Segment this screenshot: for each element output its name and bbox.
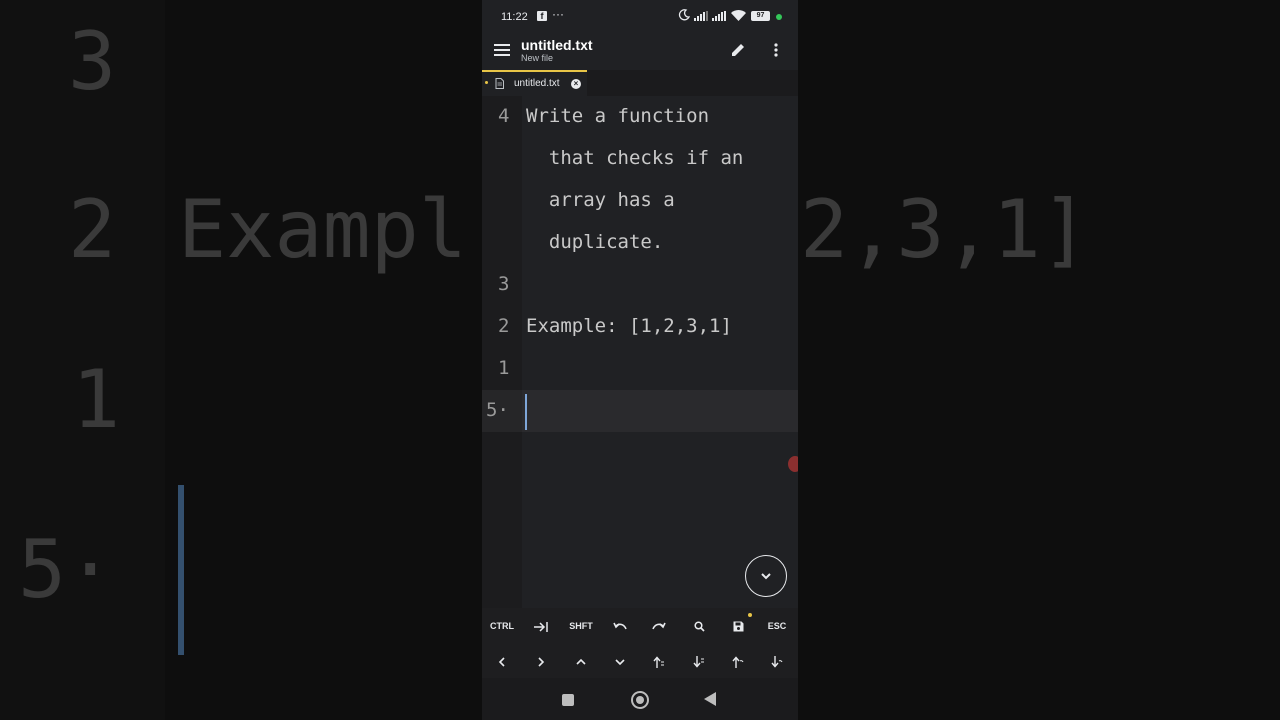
file-icon <box>495 78 504 89</box>
undo-icon <box>613 622 627 629</box>
extra-keys-bar: CTRL SHFT ESC <box>482 608 798 678</box>
file-subtitle: New file <box>521 53 554 63</box>
page-up-key[interactable] <box>640 646 678 676</box>
line-number: 5· <box>486 399 509 421</box>
modified-indicator <box>485 81 488 84</box>
chevron-up-icon <box>576 658 586 665</box>
home-button[interactable] <box>631 691 649 709</box>
tab-bar: untitled.txt × <box>482 70 798 96</box>
app-bar: untitled.txt New file <box>482 34 798 70</box>
phone-screen: 11:22 f ··· 97 untitled.txt New file unt… <box>482 0 798 720</box>
edit-pencil-icon[interactable] <box>730 42 746 58</box>
arrow-down-key[interactable] <box>601 646 639 676</box>
page-up-icon <box>653 656 664 668</box>
recent-apps-button[interactable] <box>562 694 574 706</box>
wifi-icon <box>731 10 746 21</box>
file-tab[interactable]: untitled.txt × <box>482 70 587 96</box>
signal-icon <box>712 11 726 21</box>
line-end-icon <box>771 655 783 668</box>
line-number: 3 <box>498 273 510 295</box>
arrow-up-key[interactable] <box>562 646 600 676</box>
page-down-icon <box>693 655 704 668</box>
tab-label: untitled.txt <box>514 78 560 89</box>
line-start-icon <box>732 656 744 668</box>
background-line-number: 2 <box>68 183 117 276</box>
facebook-notification-icon: f <box>537 11 547 21</box>
more-options-icon[interactable] <box>774 43 778 57</box>
background-line-text: Exampl <box>178 183 467 276</box>
shift-key[interactable]: SHFT <box>562 611 600 641</box>
page-down-key[interactable] <box>680 646 718 676</box>
background-line-number: 5· <box>18 523 115 616</box>
privacy-indicator-dot <box>776 14 782 20</box>
current-line-highlight <box>522 390 798 432</box>
chevron-left-icon <box>498 657 505 667</box>
undo-key[interactable] <box>601 611 639 641</box>
line-number: 1 <box>498 357 510 379</box>
line-number-gutter <box>482 96 522 608</box>
background-line-text: 2,3,1] <box>800 183 1089 276</box>
search-icon <box>693 621 705 632</box>
back-button[interactable] <box>704 692 716 706</box>
system-nav-bar <box>482 678 798 720</box>
arrow-right-key[interactable] <box>522 646 560 676</box>
esc-key[interactable]: ESC <box>758 611 796 641</box>
battery-icon: 97 <box>751 11 770 21</box>
chevron-right-icon <box>538 657 545 667</box>
end-key[interactable] <box>758 646 796 676</box>
chevron-down-icon <box>615 659 625 665</box>
signal-icon <box>694 11 708 21</box>
status-bar: 11:22 f ··· 97 <box>482 0 798 34</box>
do-not-disturb-icon <box>678 9 690 21</box>
code-editor[interactable]: 4 Write a function that checks if an arr… <box>482 96 798 608</box>
background-line-number: 3 <box>68 15 117 108</box>
line-text: duplicate. <box>526 231 664 253</box>
tab-key[interactable] <box>522 611 560 641</box>
redo-key[interactable] <box>640 611 678 641</box>
arrow-left-key[interactable] <box>483 646 521 676</box>
line-text: Example: [1,2,3,1] <box>526 315 732 337</box>
redo-icon <box>652 622 666 629</box>
more-notifications-icon: ··· <box>552 7 564 21</box>
search-key[interactable] <box>680 611 718 641</box>
chevron-down-icon <box>761 573 771 580</box>
background-line-number: 1 <box>72 353 121 446</box>
save-icon <box>733 621 743 632</box>
home-key[interactable] <box>719 646 757 676</box>
hamburger-menu-icon[interactable] <box>494 44 510 58</box>
text-cursor <box>525 394 527 430</box>
ctrl-key[interactable]: CTRL <box>483 611 521 641</box>
file-title: untitled.txt <box>521 37 593 53</box>
unsaved-indicator-dot <box>748 613 752 617</box>
background-cursor <box>178 485 184 655</box>
status-time: 11:22 <box>501 11 528 23</box>
line-number: 2 <box>498 315 510 337</box>
tab-icon <box>534 621 548 632</box>
close-tab-icon[interactable]: × <box>571 79 581 89</box>
line-text: array has a <box>526 189 675 211</box>
scroll-marker <box>788 456 798 472</box>
scroll-to-bottom-button[interactable] <box>745 555 787 597</box>
line-number: 4 <box>498 105 510 127</box>
line-text: Write a function <box>526 105 710 127</box>
line-text: that checks if an <box>526 147 744 169</box>
